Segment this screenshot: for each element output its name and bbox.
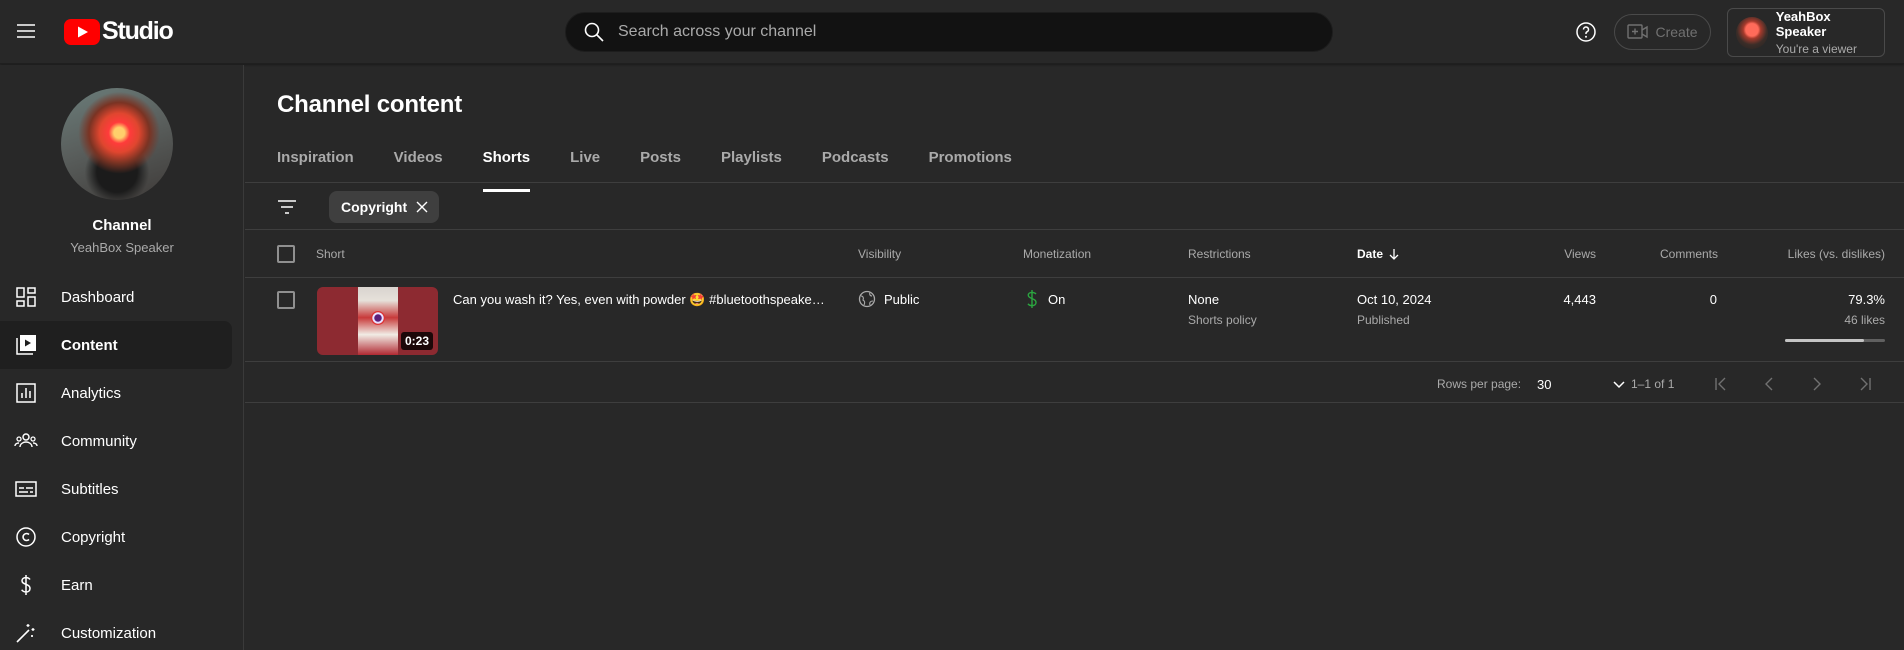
sidebar-item-customization[interactable]: Customization bbox=[0, 609, 232, 650]
account-role: You're a viewer bbox=[1775, 42, 1857, 56]
next-page-icon[interactable] bbox=[1808, 375, 1826, 393]
monetization-dollar-icon bbox=[1027, 290, 1037, 308]
row-checkbox[interactable] bbox=[277, 291, 295, 309]
sidebar-item-label: Content bbox=[61, 336, 118, 354]
search-icon[interactable] bbox=[582, 20, 606, 44]
copyright-icon bbox=[16, 527, 36, 547]
create-label: Create bbox=[1655, 24, 1698, 40]
create-video-icon bbox=[1627, 24, 1649, 39]
date-status: Published bbox=[1357, 313, 1410, 327]
column-header-views[interactable]: Views bbox=[1564, 247, 1596, 261]
short-thumbnail[interactable]: 0:23 bbox=[317, 287, 438, 355]
sidebar-item-copyright[interactable]: Copyright bbox=[0, 513, 232, 561]
sidebar-item-label: Subtitles bbox=[61, 480, 119, 498]
search-bar[interactable] bbox=[565, 12, 1333, 52]
pagination-bar: Rows per page: 30 1–1 of 1 bbox=[245, 363, 1904, 403]
views-value: 4,443 bbox=[1563, 292, 1596, 307]
first-page-icon[interactable] bbox=[1712, 375, 1730, 393]
filter-chip[interactable]: Copyright bbox=[329, 191, 440, 223]
create-button[interactable]: Create bbox=[1614, 14, 1711, 50]
column-header-date[interactable]: Date bbox=[1357, 247, 1401, 261]
table-row[interactable]: 0:23 Can you wash it? Yes, even with pow… bbox=[245, 278, 1904, 362]
sidebar-item-label: Analytics bbox=[61, 384, 122, 402]
rows-per-page-value: 30 bbox=[1537, 376, 1552, 392]
monetization-value: On bbox=[1048, 291, 1066, 307]
comments-value: 0 bbox=[1709, 292, 1717, 307]
sidebar-item-community[interactable]: Community bbox=[0, 417, 232, 465]
hamburger-menu-icon[interactable] bbox=[14, 19, 38, 43]
magic-wand-icon bbox=[16, 624, 35, 643]
rows-per-page-label: Rows per page: bbox=[1437, 377, 1522, 391]
filter-icon[interactable] bbox=[275, 195, 299, 219]
likes-ratio-fill bbox=[1785, 339, 1865, 342]
visibility-cell[interactable]: Public bbox=[858, 290, 919, 308]
sidebar: Channel YeahBox Speaker Dashboard Conten… bbox=[0, 65, 244, 650]
sidebar-item-subtitles[interactable]: Subtitles bbox=[0, 465, 232, 513]
sidebar-item-earn[interactable]: Earn bbox=[0, 561, 232, 609]
channel-title: Channel bbox=[92, 217, 152, 234]
globe-icon bbox=[858, 290, 876, 308]
restriction-value: None bbox=[1188, 292, 1220, 307]
account-switcher[interactable]: YeahBox Speaker You're a viewer bbox=[1727, 8, 1885, 57]
likes-percent: 79.3% bbox=[1848, 292, 1885, 307]
column-header-date-label: Date bbox=[1357, 247, 1384, 261]
studio-logo[interactable]: Studio bbox=[64, 17, 174, 46]
filter-chip-label: Copyright bbox=[341, 199, 408, 215]
select-all-checkbox[interactable] bbox=[277, 245, 295, 263]
main-content: Channel content Inspiration Videos Short… bbox=[245, 65, 1904, 650]
sidebar-item-content[interactable]: Content bbox=[0, 321, 232, 369]
column-header-likes[interactable]: Likes (vs. dislikes) bbox=[1788, 247, 1885, 261]
sidebar-item-dashboard[interactable]: Dashboard bbox=[0, 273, 232, 321]
thumbnail-graphic bbox=[371, 311, 385, 325]
monetization-cell[interactable]: On bbox=[1026, 289, 1065, 309]
sidebar-item-label: Customization bbox=[61, 624, 157, 642]
column-header-monetization[interactable]: Monetization bbox=[1023, 247, 1091, 261]
previous-page-icon[interactable] bbox=[1760, 375, 1778, 393]
filter-bar: Copyright bbox=[245, 183, 1904, 230]
visibility-value: Public bbox=[884, 291, 920, 307]
column-header-restrictions[interactable]: Restrictions bbox=[1188, 247, 1251, 261]
sidebar-nav: Dashboard Content Analytics Community Su… bbox=[0, 273, 244, 650]
community-icon bbox=[14, 433, 38, 448]
column-header-comments[interactable]: Comments bbox=[1660, 247, 1718, 261]
close-icon[interactable] bbox=[415, 200, 429, 214]
rows-per-page-select[interactable]: 30 bbox=[1537, 373, 1627, 395]
account-name: YeahBox Speaker bbox=[1775, 9, 1831, 39]
date-value: Oct 10, 2024 bbox=[1357, 292, 1432, 307]
content-icon bbox=[16, 335, 36, 355]
likes-count: 46 likes bbox=[1844, 313, 1885, 327]
dollar-icon bbox=[21, 575, 31, 595]
page-range: 1–1 of 1 bbox=[1631, 377, 1675, 391]
restriction-detail[interactable]: Shorts policy bbox=[1188, 313, 1257, 327]
chevron-down-icon bbox=[1613, 381, 1625, 389]
table-header: Short Visibility Monetization Restrictio… bbox=[245, 230, 1904, 278]
last-page-icon[interactable] bbox=[1856, 375, 1874, 393]
column-header-visibility[interactable]: Visibility bbox=[858, 247, 901, 261]
column-header-short: Short bbox=[316, 247, 345, 261]
account-avatar bbox=[1736, 16, 1768, 49]
help-icon[interactable] bbox=[1574, 20, 1598, 44]
logo-text: Studio bbox=[102, 17, 174, 45]
sidebar-item-label: Earn bbox=[61, 576, 93, 594]
subtitles-icon bbox=[15, 481, 37, 497]
page-title: Channel content bbox=[277, 91, 463, 118]
sort-down-arrow-icon bbox=[1389, 249, 1399, 260]
top-bar: Studio Create YeahBox Speaker You're a v… bbox=[0, 0, 1904, 64]
channel-avatar[interactable] bbox=[61, 88, 173, 200]
sidebar-item-label: Copyright bbox=[61, 528, 126, 546]
dashboard-icon bbox=[16, 287, 36, 307]
search-input[interactable] bbox=[618, 23, 1298, 41]
short-duration: 0:23 bbox=[400, 332, 433, 350]
sidebar-item-label: Dashboard bbox=[61, 288, 135, 306]
sidebar-item-analytics[interactable]: Analytics bbox=[0, 369, 232, 417]
short-title[interactable]: Can you wash it? Yes, even with powder 🤩… bbox=[453, 292, 823, 308]
youtube-logo-icon bbox=[64, 18, 100, 45]
sidebar-item-label: Community bbox=[61, 432, 137, 450]
analytics-icon bbox=[16, 383, 36, 403]
channel-name: YeahBox Speaker bbox=[70, 240, 174, 255]
likes-ratio-bar bbox=[1785, 339, 1885, 342]
